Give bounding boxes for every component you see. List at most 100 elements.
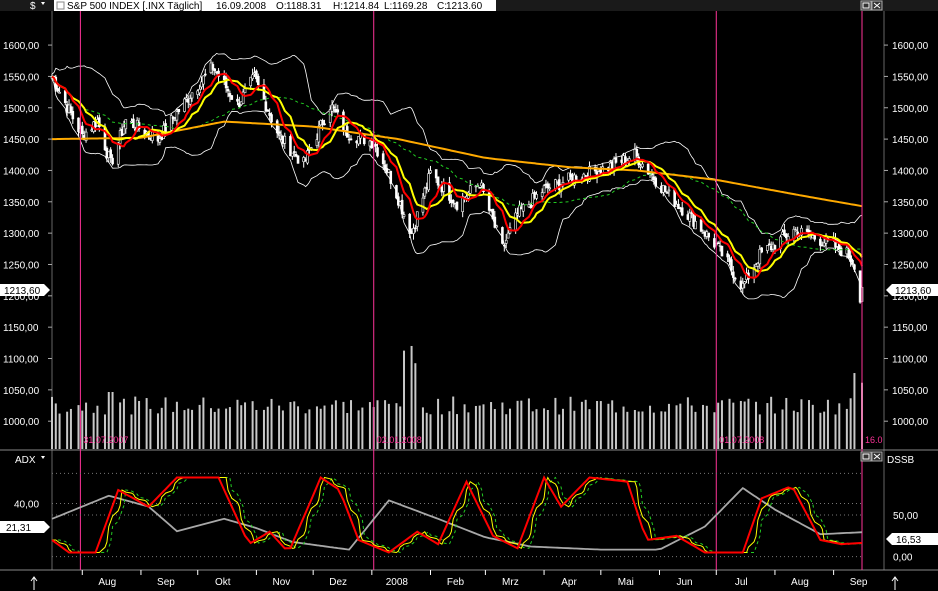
candle-body [230, 95, 234, 100]
volume-bar [558, 414, 561, 449]
price-tick-right: 1550,00 [892, 72, 929, 83]
price-tick-right: 1600,00 [892, 41, 929, 52]
volume-bar [225, 408, 228, 449]
candle-body [236, 98, 239, 102]
volume-bar [262, 409, 265, 449]
volume-bar [361, 407, 364, 449]
volume-bar [172, 411, 175, 449]
candle-body [185, 97, 188, 100]
candle-body [546, 183, 550, 189]
candle-body [408, 213, 411, 234]
volume-bar [823, 411, 826, 449]
candle-body [635, 148, 639, 157]
volume-bar [293, 401, 296, 449]
volume-bar [611, 400, 614, 449]
price-tick-left: 1450,00 [3, 135, 40, 146]
last-price-marker-right: 1213,60 [886, 284, 938, 297]
candle-body [116, 142, 120, 165]
volume-bar [482, 404, 485, 449]
last-price-right: 1213,60 [895, 286, 932, 297]
candle-body [542, 185, 546, 194]
dssb-value-marker: 16,53 [886, 533, 938, 546]
indicator-maximize-button[interactable] [860, 451, 872, 462]
volume-bar [633, 409, 636, 449]
price-chart[interactable]: $ S&P 500 INDEX [.INX Täglich] 16.09.200… [0, 0, 938, 591]
candle-body [514, 212, 517, 231]
candle-body [733, 277, 737, 280]
x-tick-label: Jul [735, 577, 748, 588]
volume-bar [350, 400, 353, 449]
volume-bar [425, 412, 428, 449]
dssb-tick-label: 0,00 [893, 553, 913, 564]
candle-body [171, 116, 175, 119]
candle-body [277, 131, 281, 134]
candle-body [124, 119, 128, 130]
price-tick-left: 1000,00 [3, 417, 40, 428]
candle-body [504, 239, 508, 244]
adx-current-value: 21,31 [6, 523, 31, 534]
cursor-date-label: 31.07.2007 [83, 435, 128, 445]
volume-bar [342, 401, 345, 449]
volume-bar [244, 402, 247, 449]
volume-bar [145, 398, 148, 449]
volume-bar [599, 401, 602, 449]
volume-bar [58, 413, 61, 449]
x-tick-label: Apr [561, 577, 577, 588]
volume-bar [308, 409, 311, 449]
indicator-title-right: DSSB [887, 455, 915, 466]
x-tick-label: 2008 [386, 577, 409, 588]
volume-bar [346, 412, 349, 449]
x-tick-label: Mrz [502, 577, 519, 588]
volume-bar [217, 408, 220, 449]
candle-body [374, 143, 377, 147]
volume-bar [826, 399, 829, 449]
volume-bar [478, 405, 481, 449]
indicator-close-button[interactable] [871, 451, 883, 462]
maximize-button[interactable] [860, 0, 872, 11]
price-tick-right: 1350,00 [892, 198, 929, 209]
candle-body [389, 170, 393, 184]
volume-bar [811, 404, 814, 449]
candle-body [535, 194, 538, 199]
candle-body [256, 75, 260, 86]
volume-bar [315, 406, 318, 449]
volume-bar [675, 405, 678, 449]
candle-body [183, 98, 186, 112]
candle-body [773, 245, 777, 250]
volume-bar [607, 403, 610, 449]
candle-body [521, 204, 525, 212]
volume-bar [520, 400, 523, 449]
close-button[interactable] [871, 0, 883, 11]
candle-body [188, 98, 192, 105]
volume-bar [554, 397, 557, 449]
volume-bar [770, 396, 773, 449]
adx-tick-label: 40,00 [14, 499, 39, 510]
volume-bar [573, 410, 576, 449]
volume-bar [773, 413, 776, 449]
candle-body [190, 92, 194, 99]
volume-bar [588, 409, 591, 449]
volume-bar [584, 399, 587, 449]
volume-bar [690, 405, 693, 449]
price-tick-right: 1000,00 [892, 417, 929, 428]
close-value: 1213.60 [446, 1, 483, 12]
volume-bar [421, 407, 424, 449]
candle-body [71, 110, 75, 120]
candle-body [548, 187, 552, 190]
volume-bar [164, 397, 167, 449]
volume-bar [357, 410, 360, 449]
candle-body [336, 109, 340, 113]
volume-bar [304, 413, 307, 449]
high-label: H: [333, 1, 343, 12]
x-tick-label: Feb [447, 577, 465, 588]
price-tick-left: 1300,00 [3, 229, 40, 240]
candle-body [164, 123, 167, 133]
price-tick-right: 1450,00 [892, 135, 929, 146]
candle-body [421, 197, 425, 213]
candle-body [730, 259, 733, 271]
dssb-tick-label: 50,00 [893, 511, 918, 522]
header-date: 16.09.2008 [216, 1, 266, 12]
candle-body [175, 111, 179, 121]
volume-bar [508, 408, 511, 449]
candle-body [853, 264, 856, 270]
